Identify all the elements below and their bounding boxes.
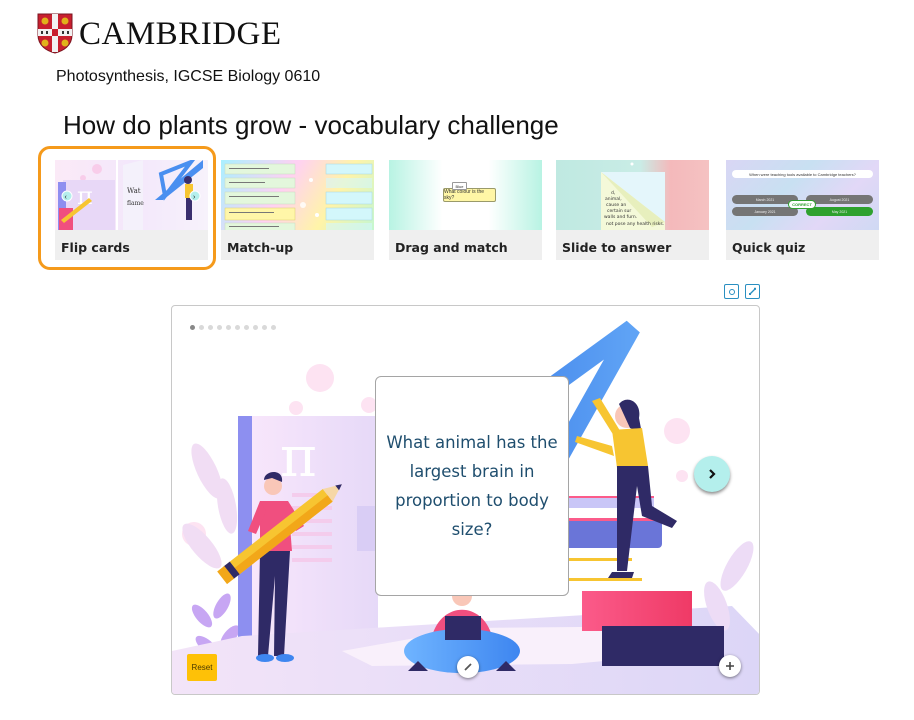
quiz-option-correct: May 2021 <box>806 207 873 216</box>
chevron-right-icon <box>709 469 716 479</box>
svg-text:d,: d, <box>611 190 615 196</box>
cambridge-logo: CAMBRIDGE <box>37 13 282 54</box>
progress-dot[interactable] <box>208 325 213 330</box>
fullscreen-button[interactable] <box>745 284 760 299</box>
progress-dot[interactable] <box>199 325 204 330</box>
answer-tag: Blue <box>452 182 467 190</box>
next-card-button[interactable] <box>694 456 730 492</box>
progress-dot[interactable] <box>262 325 267 330</box>
add-button[interactable] <box>719 655 741 677</box>
pencil-icon <box>464 663 472 671</box>
svg-text:animal,: animal, <box>605 196 622 202</box>
expand-icon <box>749 287 756 295</box>
reset-button[interactable]: Reset <box>187 654 217 681</box>
flip-card-viewer: π What animal has the largest brain in p… <box>171 305 760 695</box>
progress-dot[interactable] <box>253 325 258 330</box>
progress-dot[interactable] <box>235 325 240 330</box>
question-box: What colour is the sky? <box>443 188 496 202</box>
tab-label: Drag and match <box>395 240 508 255</box>
plus-icon <box>726 662 734 670</box>
correct-badge: CORRECT <box>788 200 816 209</box>
page-title: How do plants grow - vocabulary challeng… <box>63 110 559 140</box>
quick-quiz-thumbnail: When were teaching tools available to Ca… <box>726 160 879 230</box>
progress-dot[interactable] <box>217 325 222 330</box>
tab-slide-to-answer[interactable]: d, animal, cause an certain sur walls an… <box>556 160 709 260</box>
flip-card[interactable]: What animal has the largest brain in pro… <box>375 376 569 596</box>
progress-dot[interactable] <box>226 325 231 330</box>
card-question: What animal has the largest brain in pro… <box>386 433 558 539</box>
tab-label: Match-up <box>227 240 294 255</box>
match-up-thumbnail <box>221 160 374 230</box>
record-icon <box>728 288 735 295</box>
flip-cards-thumbnail: π Wat flame ‹ › <box>55 160 208 230</box>
card-progress-dots <box>190 325 276 330</box>
svg-text:walls and furn.: walls and furn. <box>604 214 637 220</box>
edit-button[interactable] <box>457 656 479 678</box>
progress-dot[interactable] <box>190 325 195 330</box>
svg-text:Wat: Wat <box>127 187 141 195</box>
course-subtitle: Photosynthesis, IGCSE Biology 0610 <box>56 68 321 85</box>
tab-quick-quiz[interactable]: When were teaching tools available to Ca… <box>726 160 879 260</box>
quiz-option: August 2021 <box>806 195 873 204</box>
quiz-question: When were teaching tools available to Ca… <box>732 170 873 178</box>
quiz-option: January 2021 <box>732 207 798 216</box>
tab-flip-cards[interactable]: π Wat flame ‹ › Flip cards <box>55 160 208 260</box>
cambridge-shield-icon <box>37 13 73 54</box>
svg-text:π: π <box>280 425 317 490</box>
progress-dot[interactable] <box>244 325 249 330</box>
tab-label: Quick quiz <box>732 240 806 255</box>
svg-text:certain sur: certain sur <box>607 208 631 214</box>
tab-drag-and-match[interactable]: What colour is the sky? Blue Drag and ma… <box>389 160 542 260</box>
slide-to-answer-thumbnail: d, animal, cause an certain sur walls an… <box>556 160 709 230</box>
tab-label: Flip cards <box>61 240 130 255</box>
tab-match-up[interactable]: Match-up <box>221 160 374 260</box>
svg-text:cause an: cause an <box>606 203 626 208</box>
svg-text:flame: flame <box>127 200 144 207</box>
record-button[interactable] <box>724 284 739 299</box>
tab-label: Slide to answer <box>562 240 672 255</box>
svg-text:not pose any health risks.: not pose any health risks. <box>606 221 664 227</box>
brand-name: CAMBRIDGE <box>79 16 282 52</box>
progress-dot[interactable] <box>271 325 276 330</box>
drag-and-match-thumbnail: What colour is the sky? Blue <box>389 160 542 230</box>
